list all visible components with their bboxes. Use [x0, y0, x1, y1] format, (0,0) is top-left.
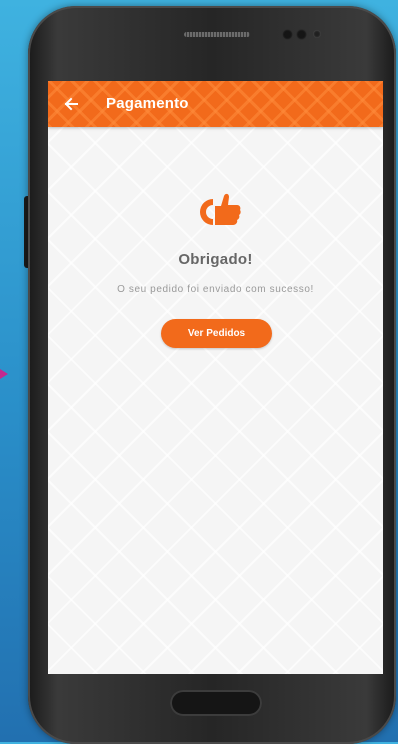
success-message: O seu pedido foi enviado com sucesso! [117, 284, 314, 295]
success-heading: Obrigado! [178, 251, 253, 268]
phone-camera [296, 29, 307, 40]
back-button[interactable] [60, 93, 82, 115]
phone-light-sensor [313, 30, 321, 38]
page-title: Pagamento [106, 95, 189, 112]
phone-speaker [184, 32, 250, 37]
app-bar: Pagamento [48, 81, 383, 127]
phone-sensor [282, 29, 293, 40]
arrow-left-icon [64, 97, 78, 111]
pointer-arrow [0, 369, 8, 379]
app-screen: Pagamento Obrigado! O seu pedido foi env… [48, 81, 383, 674]
phone-home-button[interactable] [170, 690, 262, 716]
thumbs-up-icon [200, 193, 241, 225]
view-orders-button[interactable]: Ver Pedidos [161, 319, 272, 348]
